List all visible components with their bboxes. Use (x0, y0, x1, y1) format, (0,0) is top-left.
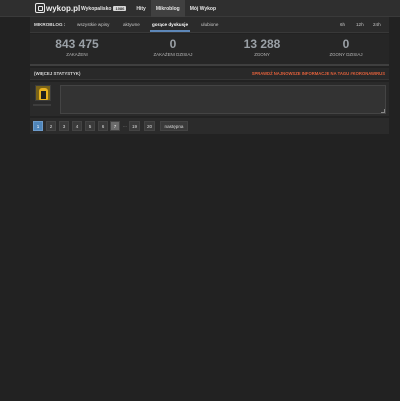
avatar[interactable] (35, 85, 51, 101)
stat-value: 0 (342, 37, 350, 51)
stat-value: 13 288 (243, 37, 281, 51)
tab-wszystkie-wpisy[interactable]: wszystkie wpisy (77, 22, 109, 27)
nav-item-moj-wykop[interactable]: Mój Wykop (185, 0, 221, 17)
stat-infected: 843 475 ZAKAŻENI (32, 37, 122, 58)
covid-stats-panel: 843 475 ZAKAŻENI 0 ZAKAŻENI DZISIAJ 13 2… (30, 34, 389, 66)
stat-label: ZAKAŻENI DZISIAJ (153, 52, 193, 57)
more-stats-link[interactable]: (WIĘCEJ STATYSTYK) (34, 71, 80, 76)
page-2[interactable]: 2 (46, 121, 56, 131)
page-1[interactable]: 1 (33, 121, 43, 131)
time-tab-12h[interactable]: 12h (356, 22, 364, 27)
time-tab-6h[interactable]: 6h (340, 22, 345, 27)
stat-infected-today: 0 ZAKAŻENI DZISIAJ (128, 37, 218, 58)
logo[interactable]: wykop.pl (35, 2, 80, 14)
nav-item-mikroblog[interactable]: Mikroblog (150, 0, 185, 17)
entry-textarea[interactable] (60, 85, 386, 114)
tab-gorace-dyskusje[interactable]: gorące dyskusje (149, 22, 191, 32)
stats-info-row: (WIĘCEJ STATYSTYK) SPRAWDŹ NAJNOWSZE INF… (30, 68, 389, 80)
pagination: 1 2 3 4 5 6 7 ... 19 20 następna (30, 118, 389, 134)
page-7[interactable]: 7 (110, 121, 120, 131)
koronawirus-tag-link[interactable]: SPRAWDŹ NAJNOWSZE INFORMACJE NA TAGU #KO… (252, 71, 385, 76)
nav-count-badge: 1086 (113, 6, 127, 11)
stat-value: 843 475 (55, 37, 99, 51)
page-6[interactable]: 6 (98, 121, 108, 131)
page-20[interactable]: 20 (144, 121, 156, 131)
page-4[interactable]: 4 (72, 121, 82, 131)
next-page-button[interactable]: następna (160, 121, 188, 131)
time-tab-24h[interactable]: 24h (373, 22, 381, 27)
wykop-logo-icon (35, 3, 45, 13)
page-19[interactable]: 19 (129, 121, 141, 131)
mikroblog-filter-bar: MIKROBLOG : wszystkie wpisy aktywne gorą… (30, 17, 389, 33)
stat-deaths: 13 288 ZGONY (217, 37, 307, 58)
tab-ulubione[interactable]: ulubione (201, 22, 218, 27)
tab-aktywne[interactable]: aktywne (123, 22, 140, 27)
nav-item-hity[interactable]: Hity (131, 0, 150, 17)
avatar-figure-detail (41, 91, 46, 99)
page-5[interactable]: 5 (85, 121, 95, 131)
top-navbar: wykop.pl Wykopalisko 1086 Hity Mikroblog… (0, 0, 400, 17)
nav-item-label: Wykopalisko (81, 5, 112, 12)
filter-title: MIKROBLOG : (34, 22, 66, 27)
stat-label: ZGONY (254, 52, 270, 57)
page-3[interactable]: 3 (59, 121, 69, 131)
nav-item-wykopalisko[interactable]: Wykopalisko 1086 (76, 0, 131, 17)
stat-label: ZGONY DZISIAJ (329, 52, 363, 57)
textarea-resize-handle[interactable] (381, 109, 385, 113)
new-entry-form (30, 82, 389, 116)
stat-label: ZAKAŻENI (66, 52, 88, 57)
stat-deaths-today: 0 ZGONY DZISIAJ (301, 37, 391, 58)
page-ellipsis: ... (123, 123, 127, 128)
avatar-underline (33, 104, 51, 106)
main-nav: Wykopalisko 1086 Hity Mikroblog Mój Wyko… (76, 0, 221, 17)
stat-value: 0 (169, 37, 177, 51)
